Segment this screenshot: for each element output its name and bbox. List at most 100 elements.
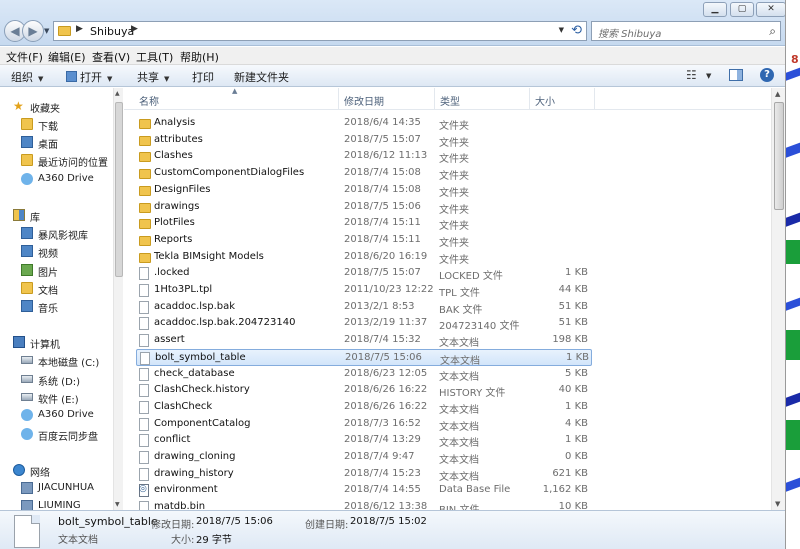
file-row[interactable]: Analysis 2018/6/4 14:35 文件夹 [136, 115, 592, 132]
file-date-modified: 2018/6/12 13:38 [344, 501, 428, 510]
scroll-up-icon[interactable]: ▲ [115, 90, 120, 97]
file-row[interactable]: environment2018/7/4 14:55Data Base File1… [136, 482, 592, 499]
print-button[interactable]: 打印 [192, 69, 214, 85]
file-row[interactable]: drawing_cloning 2018/7/4 9:47 文本文档 0 KB [136, 449, 592, 466]
address-bar[interactable]: ▶ Shibuya ▶ ▼ ⟲ [53, 21, 587, 41]
file-type: 文本文档 [439, 471, 479, 483]
close-button[interactable]: ✕ [756, 2, 786, 17]
column-size[interactable]: 大小 [535, 93, 555, 108]
video-library-icon [21, 227, 33, 239]
background-stripe [786, 142, 800, 158]
file-row[interactable]: drawings 2018/7/5 15:06 文件夹 [136, 199, 592, 216]
address-dropdown-icon[interactable]: ▼ [559, 26, 564, 34]
menu-tools[interactable]: 工具(T) [136, 49, 173, 65]
file-icon [139, 417, 149, 431]
recent-pages-dropdown-icon[interactable]: ▼ [44, 27, 49, 35]
file-type: BAK 文件 [439, 304, 483, 316]
file-row[interactable]: .locked 2018/7/5 15:07 LOCKED 文件 1 KB [136, 265, 592, 282]
file-row[interactable]: ComponentCatalog 2018/7/3 16:52 文本文档 4 KB [136, 416, 592, 433]
breadcrumb-separator-icon[interactable]: ▶ [131, 24, 138, 34]
file-row[interactable]: PlotFiles 2018/7/4 15:11 文件夹 [136, 215, 592, 232]
file-row-selected[interactable]: bolt_symbol_table 2018/7/5 15:06 文本文档 1 KB [136, 348, 592, 367]
details-size-label: 大小: [171, 535, 195, 546]
file-row[interactable]: ClashCheck 2018/6/26 16:22 文本文档 1 KB [136, 399, 592, 416]
preview-pane-icon[interactable] [729, 69, 743, 81]
column-divider[interactable] [594, 88, 595, 110]
file-icon [139, 501, 149, 510]
file-row[interactable]: Clashes 2018/6/12 11:13 文件夹 [136, 148, 592, 165]
file-row[interactable]: 1Hto3PL.tpl 2011/10/23 12:22 TPL 文件 44 KB [136, 282, 592, 299]
column-date-modified[interactable]: 修改日期 [344, 93, 384, 108]
refresh-icon[interactable]: ⟲ [571, 23, 582, 38]
file-row[interactable]: CustomComponentDialogFiles 2018/7/4 15:08… [136, 165, 592, 182]
file-name: ClashCheck.history [154, 384, 250, 396]
file-row[interactable]: Tekla BIMsight Models 2018/6/20 16:19 文件夹 [136, 249, 592, 266]
close-icon: ✕ [767, 4, 775, 14]
database-file-icon [139, 484, 149, 498]
minimize-button[interactable]: ▁ [703, 2, 727, 17]
file-row[interactable]: check_database 2018/6/23 12:05 文本文档 5 KB [136, 366, 592, 383]
maximize-button[interactable]: ▢ [730, 2, 754, 17]
column-divider[interactable] [338, 88, 339, 110]
file-size: 51 KB [558, 317, 588, 329]
file-size: 51 KB [558, 300, 588, 312]
scrollbar-thumb[interactable] [774, 102, 784, 210]
view-options-icon[interactable]: ☷ [686, 68, 700, 82]
desktop-icon [21, 136, 33, 148]
file-row[interactable]: attributes 2018/7/5 15:07 文件夹 [136, 132, 592, 149]
folder-icon [139, 135, 151, 146]
breadcrumb-shibuya[interactable]: Shibuya [90, 25, 134, 38]
file-type: 文本文档 [439, 338, 479, 350]
scroll-down-icon[interactable]: ▼ [775, 500, 780, 508]
file-date-modified: 2011/10/23 12:22 [344, 284, 434, 295]
file-row[interactable]: matdb.bin 2018/6/12 13:38 BIN 文件 10 KB [136, 499, 592, 510]
column-type[interactable]: 类型 [440, 93, 460, 108]
background-stripe [786, 297, 800, 311]
background-stripe [786, 420, 800, 450]
file-row[interactable]: assert 2018/7/4 15:32 文本文档 198 KB [136, 332, 592, 349]
column-name[interactable]: 名称 [139, 93, 159, 108]
file-type: 文件夹 [439, 204, 469, 216]
scroll-down-icon[interactable]: ▼ [115, 501, 120, 508]
file-row[interactable]: drawing_history 2018/7/4 15:23 文本文档 621 KB [136, 466, 592, 483]
star-icon: ★ [13, 99, 24, 113]
file-size: 44 KB [558, 284, 588, 295]
file-row[interactable]: ClashCheck.history 2018/6/26 16:22 HISTORY… [136, 382, 592, 399]
menu-edit[interactable]: 编辑(E) [48, 49, 86, 65]
new-folder-button[interactable]: 新建文件夹 [234, 69, 289, 85]
file-date-modified: 2018/7/4 9:47 [344, 451, 415, 462]
column-divider[interactable] [434, 88, 435, 110]
details-created-label: 创建日期: [305, 520, 349, 531]
file-size: 1 KB [565, 434, 588, 446]
share-button[interactable]: 共享 ▼ [137, 69, 169, 85]
details-pane: bolt_symbol_table 文本文档 修改日期: 2018/7/5 15… [0, 510, 785, 549]
file-list-scrollbar[interactable]: ▲ ▼ [771, 88, 785, 510]
file-date-modified: 2018/7/5 15:07 [344, 133, 421, 145]
background-stripe [786, 330, 800, 360]
search-icon[interactable]: ⌕ [769, 24, 776, 39]
drive-icon [21, 356, 33, 364]
details-size-value: 29 字节 [196, 535, 232, 546]
help-icon[interactable]: ? [760, 68, 774, 82]
file-row[interactable]: Reports 2018/7/4 15:11 文件夹 [136, 232, 592, 249]
chevron-down-icon[interactable]: ▼ [706, 72, 711, 80]
search-input[interactable]: 搜索 Shibuya ⌕ [591, 21, 781, 41]
column-divider[interactable] [529, 88, 530, 110]
open-button[interactable]: 打开 ▼ [66, 69, 112, 85]
file-row[interactable]: conflict 2018/7/4 13:29 文本文档 1 KB [136, 432, 592, 449]
menu-file[interactable]: 文件(F) [6, 49, 43, 65]
menu-view[interactable]: 查看(V) [92, 49, 130, 65]
file-row[interactable]: DesignFiles 2018/7/4 15:08 文件夹 [136, 182, 592, 199]
folder-icon [139, 169, 151, 180]
forward-button[interactable]: ▶ [22, 20, 44, 42]
organize-button[interactable]: 组织 ▼ [11, 69, 43, 85]
file-row[interactable]: acaddoc.lsp.bak 2013/2/1 8:53 BAK 文件 51 KB [136, 299, 592, 316]
file-icon [139, 334, 149, 348]
scroll-up-icon[interactable]: ▲ [775, 90, 780, 98]
navigation-scrollbar[interactable]: ▲ ▼ [113, 88, 123, 510]
file-date-modified: 2013/2/1 8:53 [344, 300, 415, 312]
file-row[interactable]: acaddoc.lsp.bak.204723140 2013/2/19 11:37… [136, 315, 592, 332]
breadcrumb-separator-icon[interactable]: ▶ [76, 24, 83, 34]
menu-help[interactable]: 帮助(H) [180, 49, 219, 65]
scrollbar-thumb[interactable] [115, 102, 123, 277]
